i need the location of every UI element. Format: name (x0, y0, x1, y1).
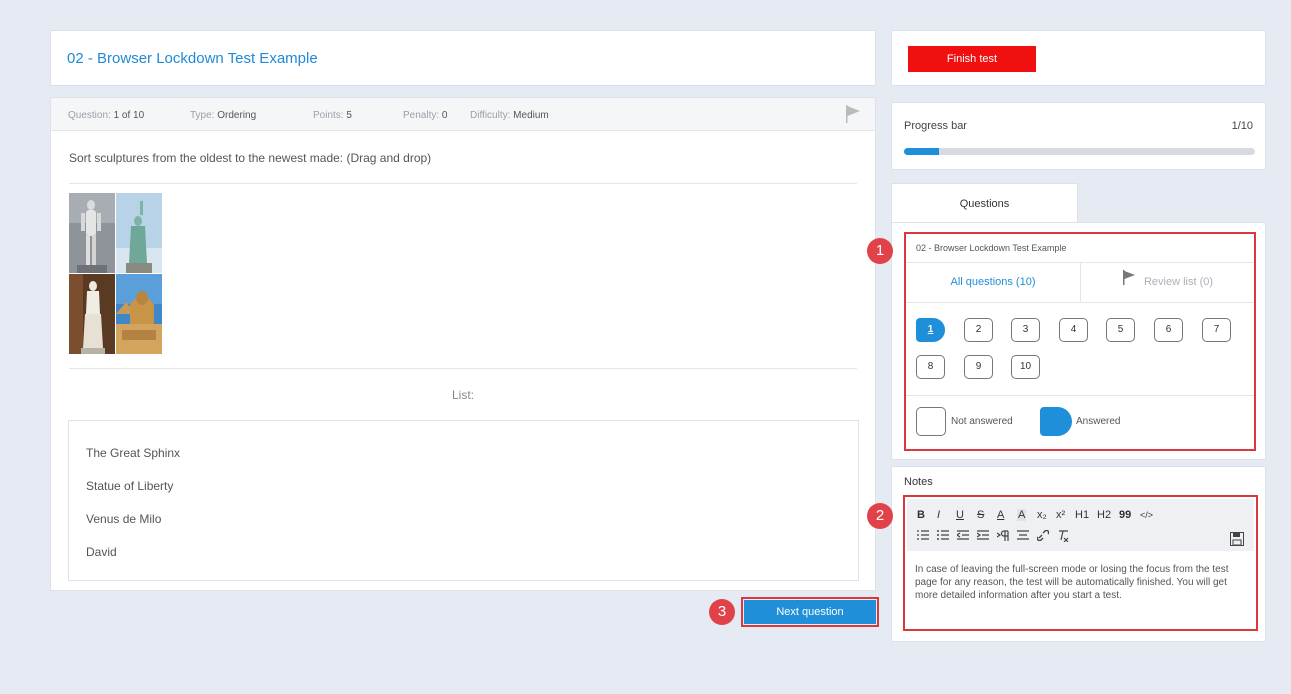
meta-type: Type: Ordering (190, 110, 257, 121)
meta-difficulty: Difficulty: Medium (470, 110, 549, 121)
progress-value: 1/10 (1231, 120, 1253, 132)
annotation-badge-1: 1 (867, 238, 893, 264)
progress-card: Progress bar 1/10 (891, 102, 1266, 170)
divider (69, 183, 857, 184)
sculptures-image (69, 193, 162, 354)
list-item[interactable]: David (86, 545, 117, 559)
list-item[interactable]: Statue of Liberty (86, 479, 173, 493)
test-title-card: 02 - Browser Lockdown Test Example (50, 30, 876, 86)
meta-points: Points: 5 (313, 110, 352, 121)
progress-label: Progress bar (904, 120, 967, 132)
david-image (69, 193, 115, 273)
annotation-badge-2: 2 (867, 503, 893, 529)
divider (69, 368, 857, 369)
sphinx-image (116, 274, 162, 354)
test-title: 02 - Browser Lockdown Test Example (67, 50, 318, 67)
annotation-outline-1 (904, 232, 1256, 451)
list-item[interactable]: Venus de Milo (86, 512, 161, 526)
list-label: List: (451, 388, 474, 402)
annotation-badge-3: 3 (709, 599, 735, 625)
next-question-button[interactable]: Next question (744, 600, 876, 624)
ordering-list: The Great Sphinx Statue of Liberty Venus… (68, 420, 859, 581)
finish-test-button[interactable]: Finish test (908, 46, 1036, 72)
venus-image (69, 274, 115, 354)
finish-card: Finish test (891, 30, 1266, 86)
progress-bar-fill (904, 148, 940, 155)
meta-penalty: Penalty: 0 (403, 110, 448, 121)
question-card: Question: 1 of 10 Type: Ordering Points:… (50, 97, 876, 591)
flag-icon[interactable] (845, 105, 861, 126)
list-item[interactable]: The Great Sphinx (86, 446, 180, 460)
question-text: Sort sculptures from the oldest to the n… (69, 151, 432, 165)
progress-bar (904, 148, 1255, 155)
question-meta-bar: Question: 1 of 10 Type: Ordering Points:… (51, 98, 875, 131)
annotation-outline-2 (903, 495, 1258, 631)
tab-questions[interactable]: Questions (891, 183, 1078, 223)
notes-title: Notes (904, 476, 933, 488)
liberty-image (116, 193, 162, 273)
meta-question: Question: 1 of 10 (68, 110, 145, 121)
